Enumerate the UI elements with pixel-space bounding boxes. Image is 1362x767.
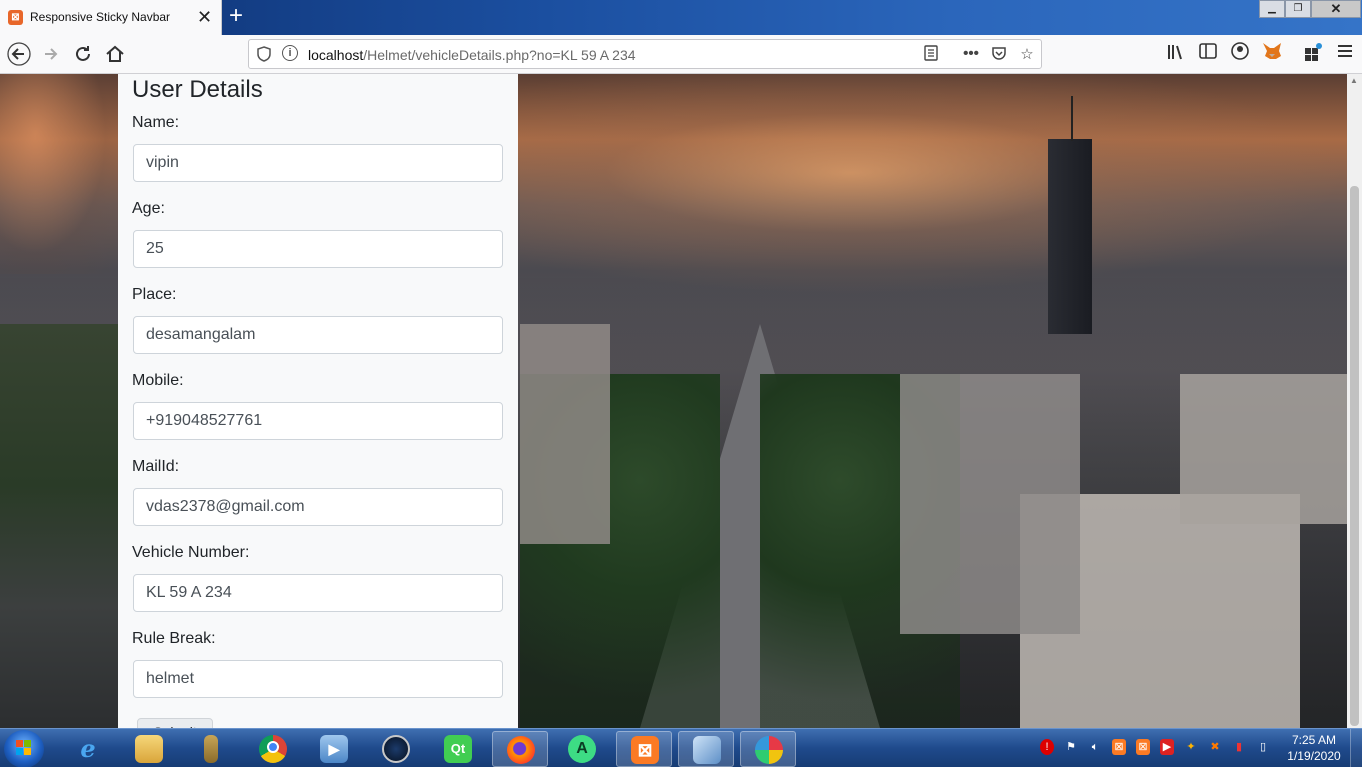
action-center-flag-icon[interactable]: ⚑: [1064, 739, 1078, 755]
file-explorer-icon[interactable]: [121, 731, 177, 767]
system-clock[interactable]: 7:25 AM 1/19/2020: [1282, 732, 1346, 764]
vehicle-number-label: Vehicle Number:: [132, 544, 250, 561]
tools-tray-icon[interactable]: ✖: [1208, 739, 1222, 755]
extensions-icon[interactable]: [1301, 42, 1325, 66]
paint-icon[interactable]: [740, 731, 796, 767]
back-icon[interactable]: [7, 42, 31, 66]
media-center-icon[interactable]: [368, 731, 424, 767]
vehicle-number-field[interactable]: [133, 574, 503, 612]
start-button[interactable]: [4, 730, 44, 767]
page-viewport: User Details Name: Age: Place: Mobile: M…: [0, 74, 1347, 728]
tracking-shield-icon[interactable]: [257, 46, 271, 65]
firefox-icon[interactable]: [492, 731, 548, 767]
more-actions-icon[interactable]: •••: [961, 45, 981, 62]
metamask-fox-icon[interactable]: [1260, 42, 1284, 66]
alert-tray-icon[interactable]: !: [1040, 739, 1054, 755]
close-tab-icon[interactable]: ✕: [197, 7, 212, 27]
library-icon[interactable]: [1164, 42, 1188, 66]
virtualbox-icon[interactable]: [678, 731, 734, 767]
pocket-icon[interactable]: [989, 45, 1009, 65]
chrome-icon[interactable]: [245, 731, 301, 767]
title-bar: ⊠ Responsive Sticky Navbar ✕ + ▁ ❐ ✕: [0, 0, 1362, 35]
account-icon[interactable]: [1228, 42, 1252, 66]
url-text[interactable]: localhost/Helmet/vehicleDetails.php?no=K…: [308, 47, 636, 63]
windows-logo-icon: [16, 740, 32, 756]
mail-field[interactable]: [133, 488, 503, 526]
xampp-tray-icon-2[interactable]: ⊠: [1136, 739, 1150, 755]
menu-icon[interactable]: [1333, 42, 1357, 66]
bookmark-star-icon[interactable]: ☆: [1017, 45, 1037, 63]
reload-icon[interactable]: [71, 42, 95, 66]
tab-title: Responsive Sticky Navbar: [30, 10, 171, 24]
internet-explorer-icon[interactable]: e: [60, 731, 116, 767]
url-path: /Helmet/vehicleDetails.php?no=KL 59 A 23…: [363, 47, 636, 63]
name-field[interactable]: [133, 144, 503, 182]
browser-tab[interactable]: ⊠ Responsive Sticky Navbar ✕: [0, 0, 222, 35]
scrollbar-thumb[interactable]: [1350, 186, 1359, 726]
sidebar-icon[interactable]: [1196, 42, 1220, 66]
microscope-app-icon[interactable]: [183, 731, 239, 767]
xampp-icon[interactable]: ⊠: [616, 731, 672, 767]
home-icon[interactable]: [103, 42, 127, 66]
mobile-field[interactable]: [133, 402, 503, 440]
page-title: User Details: [132, 76, 263, 103]
clock-time: 7:25 AM: [1291, 733, 1337, 747]
clock-date: 1/19/2020: [1287, 749, 1341, 763]
url-bar[interactable]: i localhost/Helmet/vehicleDetails.php?no…: [248, 39, 1042, 69]
age-label: Age:: [132, 200, 165, 217]
xampp-favicon-icon: ⊠: [8, 10, 23, 25]
usb-tray-icon[interactable]: ▮: [1232, 739, 1246, 755]
scroll-up-arrow-icon[interactable]: ▲: [1350, 76, 1358, 85]
media-player-icon[interactable]: ▶: [306, 731, 362, 767]
battery-icon[interactable]: ▯: [1256, 739, 1270, 755]
video-tray-icon[interactable]: ▶: [1160, 739, 1174, 755]
volume-icon[interactable]: 🔈︎: [1088, 739, 1102, 755]
new-tab-button[interactable]: +: [229, 3, 243, 29]
site-info-icon[interactable]: i: [282, 45, 298, 61]
mail-label: MailId:: [132, 458, 180, 475]
windows-taskbar: e ▶ Qt A ⊠ ! ⚑ 🔈︎ ⊠ ⊠ ▶ ✦ ✖ ▮ ▯ 7:25 AM …: [0, 728, 1362, 767]
show-desktop-button[interactable]: [1350, 729, 1362, 767]
navigation-toolbar: i localhost/Helmet/vehicleDetails.php?no…: [0, 35, 1362, 74]
place-field[interactable]: [133, 316, 503, 354]
android-studio-icon[interactable]: A: [554, 731, 610, 767]
reader-view-icon[interactable]: [921, 45, 941, 65]
network-tray-icon[interactable]: ✦: [1184, 739, 1198, 755]
close-window-button[interactable]: ✕: [1311, 0, 1361, 18]
name-label: Name:: [132, 114, 180, 131]
user-details-panel: User Details Name: Age: Place: Mobile: M…: [118, 74, 518, 728]
url-host: localhost: [308, 47, 364, 63]
forward-icon[interactable]: [39, 42, 63, 66]
rule-break-label: Rule Break:: [132, 630, 216, 647]
minimize-button[interactable]: ▁: [1259, 0, 1285, 18]
place-label: Place:: [132, 286, 177, 303]
submit-button[interactable]: Submit: [137, 718, 213, 728]
rule-break-field[interactable]: [133, 660, 503, 698]
age-field[interactable]: [133, 230, 503, 268]
maximize-button[interactable]: ❐: [1285, 0, 1311, 18]
mobile-label: Mobile:: [132, 372, 184, 389]
qt-creator-icon[interactable]: Qt: [430, 731, 486, 767]
vertical-scrollbar[interactable]: ▲: [1347, 74, 1362, 728]
xampp-tray-icon[interactable]: ⊠: [1112, 739, 1126, 755]
